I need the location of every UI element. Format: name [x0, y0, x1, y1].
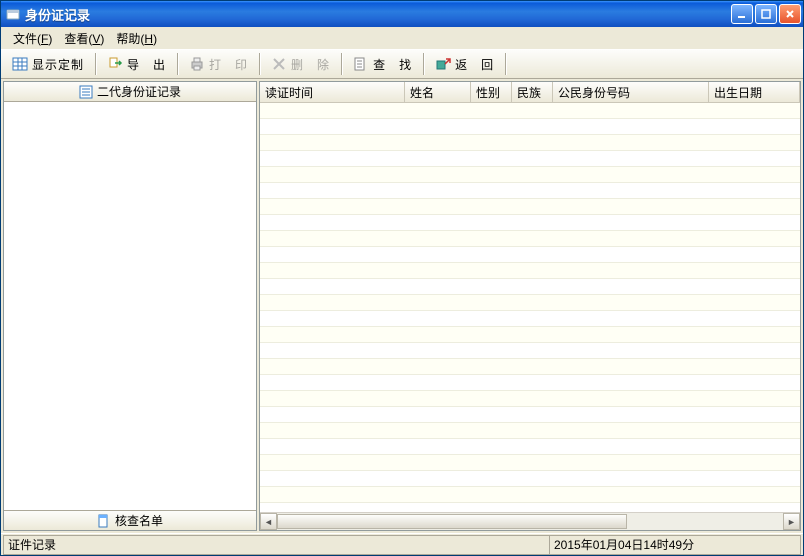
- col-nation[interactable]: 民族: [512, 82, 553, 102]
- return-icon: [435, 56, 451, 72]
- grid-body[interactable]: [260, 103, 800, 512]
- return-label: 返 回: [455, 56, 494, 73]
- table-row[interactable]: [260, 487, 800, 503]
- col-birth[interactable]: 出生日期: [709, 82, 800, 102]
- table-row[interactable]: [260, 311, 800, 327]
- minimize-button[interactable]: [731, 4, 753, 24]
- export-label: 导 出: [127, 56, 166, 73]
- toolbar: 显示定制 导 出 打 印 删 除 查 找: [1, 49, 803, 79]
- toolbar-separator: [177, 53, 178, 75]
- menu-file[interactable]: 文件(F): [7, 28, 58, 49]
- grid-header: 读证时间 姓名 性别 民族 公民身份号码 出生日期: [260, 82, 800, 103]
- table-row[interactable]: [260, 279, 800, 295]
- horizontal-scrollbar[interactable]: ◄ ►: [260, 512, 800, 530]
- export-icon: [107, 56, 123, 72]
- table-row[interactable]: [260, 183, 800, 199]
- table-row[interactable]: [260, 119, 800, 135]
- menu-bar: 文件(F) 查看(V) 帮助(H): [1, 27, 803, 49]
- status-right: 2015年01月04日14时49分: [549, 535, 801, 555]
- table-row[interactable]: [260, 231, 800, 247]
- scroll-right-button[interactable]: ►: [783, 513, 800, 530]
- content-area: 二代身份证记录 核查名单 读证时间 姓名 性别 民族 公民身份号码 出生日期: [1, 79, 803, 533]
- toolbar-separator: [95, 53, 96, 75]
- delete-label: 删 除: [291, 56, 330, 73]
- find-label: 查 找: [373, 56, 412, 73]
- table-row[interactable]: [260, 199, 800, 215]
- display-custom-button[interactable]: 显示定制: [5, 52, 91, 76]
- table-row[interactable]: [260, 327, 800, 343]
- table-row[interactable]: [260, 375, 800, 391]
- toolbar-separator: [423, 53, 424, 75]
- scroll-track[interactable]: [277, 513, 783, 530]
- sidebar-footer-label: 核查名单: [115, 512, 163, 529]
- table-row[interactable]: [260, 151, 800, 167]
- maximize-button[interactable]: [755, 4, 777, 24]
- status-left: 证件记录: [3, 535, 549, 555]
- table-row[interactable]: [260, 359, 800, 375]
- title-bar[interactable]: 身份证记录: [1, 1, 803, 27]
- table-icon: [12, 56, 28, 72]
- close-button[interactable]: [779, 4, 801, 24]
- print-icon: [189, 56, 205, 72]
- export-button[interactable]: 导 出: [100, 52, 173, 76]
- window-title: 身份证记录: [25, 5, 731, 24]
- find-icon: [353, 56, 369, 72]
- menu-view[interactable]: 查看(V): [58, 28, 110, 49]
- table-row[interactable]: [260, 263, 800, 279]
- table-row[interactable]: [260, 247, 800, 263]
- return-button[interactable]: 返 回: [428, 52, 501, 76]
- col-read-time[interactable]: 读证时间: [260, 82, 405, 102]
- toolbar-separator: [341, 53, 342, 75]
- sidebar: 二代身份证记录 核查名单: [3, 81, 257, 531]
- table-row[interactable]: [260, 135, 800, 151]
- table-row[interactable]: [260, 439, 800, 455]
- table-row[interactable]: [260, 471, 800, 487]
- find-button[interactable]: 查 找: [346, 52, 419, 76]
- table-row[interactable]: [260, 295, 800, 311]
- table-row[interactable]: [260, 167, 800, 183]
- table-row[interactable]: [260, 215, 800, 231]
- menu-help[interactable]: 帮助(H): [110, 28, 163, 49]
- col-gender[interactable]: 性别: [471, 82, 512, 102]
- table-row[interactable]: [260, 343, 800, 359]
- sidebar-header-label: 二代身份证记录: [97, 83, 181, 100]
- app-icon: [5, 6, 21, 22]
- toolbar-separator: [259, 53, 260, 75]
- data-grid: 读证时间 姓名 性别 民族 公民身份号码 出生日期 ◄ ►: [259, 81, 801, 531]
- table-row[interactable]: [260, 503, 800, 512]
- col-id-number[interactable]: 公民身份号码: [553, 82, 709, 102]
- print-button[interactable]: 打 印: [182, 52, 255, 76]
- delete-icon: [271, 56, 287, 72]
- sidebar-header[interactable]: 二代身份证记录: [4, 82, 256, 102]
- document-icon: [97, 514, 111, 528]
- toolbar-separator: [505, 53, 506, 75]
- sidebar-footer[interactable]: 核查名单: [4, 510, 256, 530]
- print-label: 打 印: [209, 56, 248, 73]
- sidebar-body[interactable]: [4, 102, 256, 510]
- table-row[interactable]: [260, 455, 800, 471]
- status-bar: 证件记录 2015年01月04日14时49分: [1, 533, 803, 555]
- col-name[interactable]: 姓名: [405, 82, 471, 102]
- scroll-left-button[interactable]: ◄: [260, 513, 277, 530]
- display-custom-label: 显示定制: [32, 56, 84, 73]
- table-row[interactable]: [260, 407, 800, 423]
- table-row[interactable]: [260, 391, 800, 407]
- app-window: 身份证记录 文件(F) 查看(V) 帮助(H) 显示定制: [0, 0, 804, 556]
- scroll-thumb[interactable]: [277, 514, 627, 529]
- table-row[interactable]: [260, 103, 800, 119]
- list-icon: [79, 85, 93, 99]
- delete-button[interactable]: 删 除: [264, 52, 337, 76]
- table-row[interactable]: [260, 423, 800, 439]
